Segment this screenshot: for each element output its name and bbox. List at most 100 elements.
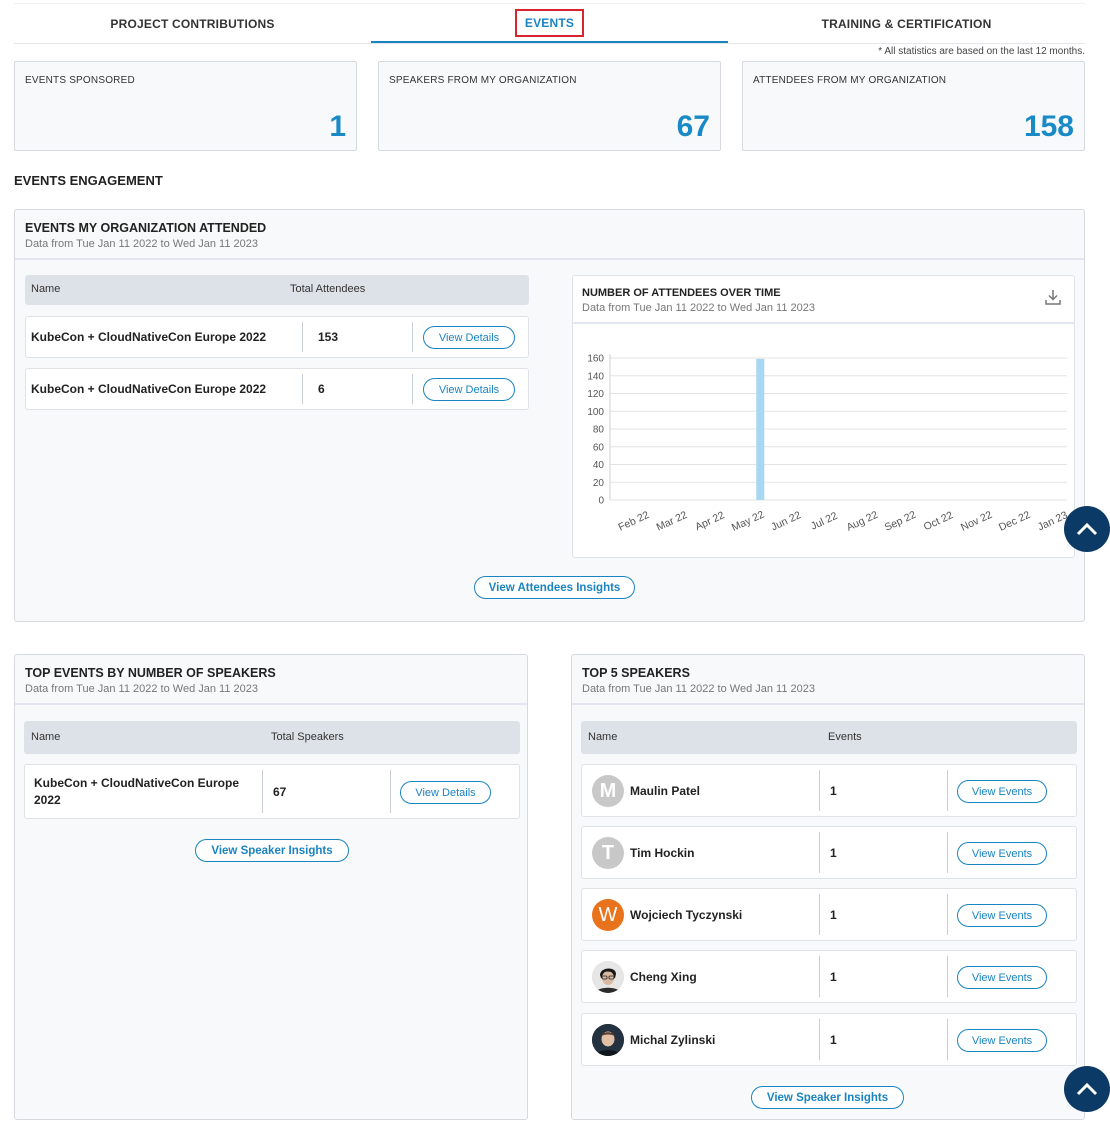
event-name: KubeCon + CloudNativeCon Europe 2022 [31,330,267,344]
view-events-button[interactable]: View Events [957,1029,1047,1052]
person-photo-icon [592,1024,624,1056]
attendees-chart-card: NUMBER OF ATTENDEES OVER TIME Data from … [572,275,1075,558]
download-icon[interactable] [1044,288,1062,306]
chevron-up-icon [1076,522,1098,536]
y-tick-label: 20 [593,478,605,489]
table-header: Name Total Speakers [24,721,520,754]
x-tick-label: Dec 22 [997,509,1032,534]
view-events-button[interactable]: View Events [957,904,1047,927]
stat-card-speakers: SPEAKERS FROM MY ORGANIZATION 67 [378,61,721,151]
stat-label: ATTENDEES FROM MY ORGANIZATION [753,75,947,86]
person-photo-icon [592,961,624,993]
attendee-count: 153 [318,330,339,344]
column-header-total-speakers: Total Speakers [271,731,344,743]
view-speaker-insights-button[interactable]: View Speaker Insights [751,1086,904,1109]
panel-subtitle: Data from Tue Jan 11 2022 to Wed Jan 11 … [25,238,258,250]
stat-value: 158 [1023,110,1074,143]
column-divider [390,770,391,813]
y-tick-label: 0 [598,496,604,507]
speaker-name: Wojciech Tyczynski [630,908,743,922]
y-tick-label: 160 [587,354,604,365]
column-divider [947,894,948,935]
column-divider [302,322,303,352]
chevron-up-icon [1076,1082,1098,1096]
event-name: KubeCon + CloudNativeCon Europe 2022 [34,776,240,807]
tab-events[interactable]: EVENTS [371,4,728,43]
speaker-name: Michal Zylinski [630,1033,716,1047]
table-header: Name Events [581,721,1077,754]
section-title: EVENTS ENGAGEMENT [14,173,163,188]
column-divider [412,322,413,352]
x-tick-label: Jul 22 [809,510,840,533]
panel-subtitle: Data from Tue Jan 11 2022 to Wed Jan 11 … [25,683,258,695]
scroll-to-top-button[interactable] [1064,1066,1110,1112]
event-count: 1 [830,970,837,984]
event-name: KubeCon + CloudNativeCon Europe 2022 [31,382,267,396]
column-header-name: Name [588,731,618,743]
stat-card-events-sponsored: EVENTS SPONSORED 1 [14,61,357,151]
table-header: Name Total Attendees [25,275,529,305]
view-events-button[interactable]: View Events [957,780,1047,803]
column-header-events: Events [828,731,862,743]
view-events-button[interactable]: View Events [957,842,1047,865]
tab-training-certification[interactable]: TRAINING & CERTIFICATION [728,4,1085,43]
y-tick-label: 140 [587,371,604,382]
speaker-row: T Tim Hockin 1 View Events [581,826,1077,879]
y-tick-label: 60 [593,442,605,453]
tab-label: EVENTS [514,8,585,37]
view-details-button[interactable]: View Details [400,781,491,804]
event-count: 1 [830,846,837,860]
view-attendees-insights-button[interactable]: View Attendees Insights [474,576,635,599]
speaker-name: Tim Hockin [630,846,695,860]
column-divider [819,832,820,873]
tab-project-contributions[interactable]: PROJECT CONTRIBUTIONS [14,4,371,43]
event-count: 1 [830,908,837,922]
avatar: M [592,775,624,807]
x-tick-label: Feb 22 [616,509,651,534]
speaker-count: 67 [273,785,287,799]
speaker-row: W Wojciech Tyczynski 1 View Events [581,888,1077,941]
speaker-row: Cheng Xing 1 View Events [581,950,1077,1003]
column-header-name: Name [31,283,61,295]
column-divider [947,832,948,873]
view-speaker-insights-button[interactable]: View Speaker Insights [195,839,349,862]
x-tick-label: Jun 22 [769,509,803,533]
panel-header: TOP EVENTS BY NUMBER OF SPEAKERS Data fr… [15,655,527,705]
view-details-button[interactable]: View Details [423,378,515,401]
column-divider [819,894,820,935]
column-divider [262,770,263,813]
tab-label: TRAINING & CERTIFICATION [821,16,992,31]
attendees-bar-chart: 0 20 40 60 80 100 120 140 160 Feb 22 Mar 22 Apr 22 M… [587,354,1069,534]
view-details-button[interactable]: View Details [423,326,515,349]
chart-title: NUMBER OF ATTENDEES OVER TIME [582,287,781,299]
avatar-photo [592,1024,624,1056]
avatar-photo [592,961,624,993]
speaker-row: M Maulin Patel 1 View Events [581,764,1077,817]
table-row: KubeCon + CloudNativeCon Europe 2022 6 V… [25,368,529,410]
avatar: T [592,837,624,869]
panel-header: TOP 5 SPEAKERS Data from Tue Jan 11 2022… [572,655,1084,705]
scroll-to-top-button[interactable] [1064,506,1110,552]
y-tick-label: 120 [587,389,604,400]
stat-value: 67 [676,110,710,143]
panel-events-attended: EVENTS MY ORGANIZATION ATTENDED Data fro… [14,209,1085,622]
stat-card-attendees: ATTENDEES FROM MY ORGANIZATION 158 [742,61,1085,151]
y-tick-label: 100 [587,407,604,418]
speaker-row: Michal Zylinski 1 View Events [581,1013,1077,1066]
statistics-footnote: * All statistics are based on the last 1… [878,46,1085,57]
x-tick-label: Oct 22 [922,509,955,533]
panel-title: TOP EVENTS BY NUMBER OF SPEAKERS [25,666,276,680]
x-tick-label: Sep 22 [883,509,918,534]
column-divider [947,770,948,811]
column-header-total-attendees: Total Attendees [290,283,366,295]
event-count: 1 [830,1033,837,1047]
tab-bar: PROJECT CONTRIBUTIONS EVENTS TRAINING & … [14,3,1085,44]
column-divider [302,374,303,404]
panel-top-events-speakers: TOP EVENTS BY NUMBER OF SPEAKERS Data fr… [14,654,528,1120]
view-events-button[interactable]: View Events [957,966,1047,989]
stat-label: EVENTS SPONSORED [25,75,135,86]
chart-header: NUMBER OF ATTENDEES OVER TIME Data from … [573,276,1074,324]
column-divider [412,374,413,404]
speaker-name: Maulin Patel [630,784,701,798]
attendee-count: 6 [318,382,325,396]
